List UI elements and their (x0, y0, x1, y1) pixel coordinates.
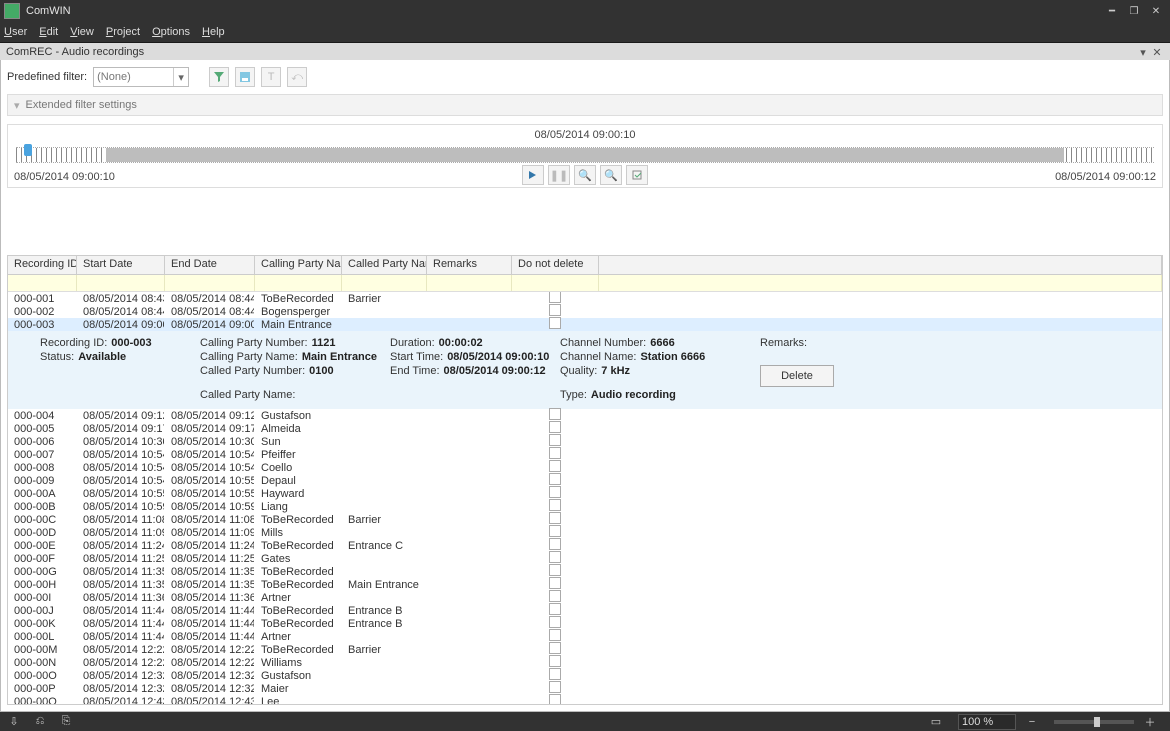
checkbox[interactable] (549, 434, 561, 446)
menu-help[interactable]: Help (202, 26, 225, 38)
app-icon (4, 3, 20, 19)
timeline-handle[interactable] (24, 144, 32, 156)
detail-panel: Recording ID: 000-003Calling Party Numbe… (8, 331, 1162, 409)
timeline-left-label: 08/05/2014 09:00:10 (14, 171, 115, 183)
extended-filter-bar[interactable]: ▾ Extended filter settings (7, 94, 1163, 116)
timeline-track[interactable] (16, 147, 1154, 163)
checkbox[interactable] (549, 486, 561, 498)
timeline-panel: 08/05/2014 09:00:10 08/05/2014 09:00:10 … (7, 124, 1163, 188)
menu-options[interactable]: Options (152, 26, 190, 38)
zoom-fit-button[interactable]: ▭ (926, 714, 946, 730)
filter-funnel-button[interactable] (209, 67, 229, 87)
filter-refresh-button[interactable]: ⤺ (287, 67, 307, 87)
checkbox[interactable] (549, 499, 561, 511)
zoom-value: 100 % (962, 716, 993, 728)
zoom-out-button[interactable]: 🔍 (600, 165, 622, 185)
zoom-in-icon[interactable]: ＋ (1140, 714, 1160, 730)
column-header[interactable]: Do not delete (512, 256, 599, 274)
window-title: ComWIN (26, 5, 1100, 17)
checkbox[interactable] (549, 681, 561, 693)
checkbox[interactable] (549, 590, 561, 602)
close-button[interactable]: ✕ (1146, 3, 1166, 19)
table-row[interactable]: 000-00308/05/2014 09:00:1008/05/2014 09:… (8, 318, 1162, 331)
checkbox[interactable] (549, 642, 561, 654)
menu-bar: User Edit View Project Options Help (0, 22, 1170, 43)
menu-edit[interactable]: Edit (39, 26, 58, 38)
predefined-filter-value: (None) (97, 71, 131, 83)
timeline-center-label: 08/05/2014 09:00:10 (535, 129, 636, 141)
chevron-down-icon: ▾ (173, 68, 188, 86)
predefined-filter-label: Predefined filter: (7, 71, 87, 83)
checkbox[interactable] (549, 473, 561, 485)
title-bar: ComWIN ━ ❐ ✕ (0, 0, 1170, 22)
filter-bar: Predefined filter: (None) ▾ T ⤺ (7, 66, 1163, 88)
checkbox[interactable] (549, 577, 561, 589)
extended-filter-label: Extended filter settings (26, 99, 137, 111)
filter-save-button[interactable] (235, 67, 255, 87)
checkbox[interactable] (549, 512, 561, 524)
recordings-grid: Recording IDStart DateEnd DateCalling Pa… (7, 255, 1163, 705)
chevron-down-icon: ▾ (14, 99, 20, 112)
checkbox[interactable] (549, 460, 561, 472)
table-row[interactable]: 000-00Q08/05/2014 12:43:4508/05/2014 12:… (8, 695, 1162, 704)
play-button[interactable] (522, 165, 544, 185)
checkbox[interactable] (549, 317, 561, 329)
column-header[interactable]: Recording ID (8, 256, 77, 274)
content-pane: Predefined filter: (None) ▾ T ⤺ ▾ Extend… (0, 60, 1170, 712)
timeline-right-label: 08/05/2014 09:00:12 (1055, 171, 1156, 183)
checkbox[interactable] (549, 616, 561, 628)
maximize-button[interactable]: ❐ (1124, 3, 1144, 19)
checkbox[interactable] (549, 668, 561, 680)
checkbox[interactable] (549, 525, 561, 537)
column-header[interactable]: Calling Party Name (255, 256, 342, 274)
document-tab-title: ComREC - Audio recordings (6, 46, 144, 58)
column-header[interactable]: Start Date (77, 256, 165, 274)
zoom-slider-thumb[interactable] (1094, 717, 1100, 727)
checkbox[interactable] (549, 655, 561, 667)
grid-header: Recording IDStart DateEnd DateCalling Pa… (8, 256, 1162, 275)
predefined-filter-combo[interactable]: (None) ▾ (93, 67, 189, 87)
checkbox[interactable] (549, 447, 561, 459)
checkbox[interactable] (549, 304, 561, 316)
checkbox[interactable] (549, 292, 561, 303)
pause-button[interactable]: ❚❚ (548, 165, 570, 185)
status-tool-1[interactable]: ⇩ (4, 714, 24, 730)
menu-view[interactable]: View (70, 26, 94, 38)
checkbox[interactable] (549, 408, 561, 420)
checkbox[interactable] (549, 564, 561, 576)
column-header[interactable]: End Date (165, 256, 255, 274)
zoom-combo[interactable]: 100 % (958, 714, 1016, 730)
checkbox[interactable] (549, 551, 561, 563)
grid-body[interactable]: 000-00108/05/2014 08:43:5308/05/2014 08:… (8, 292, 1162, 704)
status-tool-3[interactable]: ⎘ (56, 714, 76, 730)
tab-close-button[interactable]: ✕ (1150, 45, 1164, 59)
menu-user[interactable]: User (4, 26, 27, 38)
status-bar: ⇩ ⎌ ⎘ ▭ 100 % − ＋ (0, 712, 1170, 731)
checkbox[interactable] (549, 538, 561, 550)
pin-icon[interactable]: ▾ (1136, 45, 1150, 59)
minimize-button[interactable]: ━ (1102, 3, 1122, 19)
status-tool-2[interactable]: ⎌ (30, 714, 50, 730)
zoom-slider[interactable] (1054, 720, 1134, 724)
checkbox[interactable] (549, 694, 561, 704)
grid-filter-row[interactable] (8, 275, 1162, 292)
timeline-controls: ❚❚ 🔍 🔍 (522, 165, 648, 185)
column-header[interactable]: Called Party Name (342, 256, 427, 274)
checkbox[interactable] (549, 421, 561, 433)
checkbox[interactable] (549, 603, 561, 615)
export-button[interactable] (626, 165, 648, 185)
column-header[interactable]: Remarks (427, 256, 512, 274)
filter-clear-button[interactable]: T (261, 67, 281, 87)
delete-button[interactable]: Delete (760, 365, 834, 387)
checkbox[interactable] (549, 629, 561, 641)
zoom-button[interactable]: 🔍 (574, 165, 596, 185)
menu-project[interactable]: Project (106, 26, 140, 38)
zoom-out-icon[interactable]: − (1022, 714, 1042, 730)
